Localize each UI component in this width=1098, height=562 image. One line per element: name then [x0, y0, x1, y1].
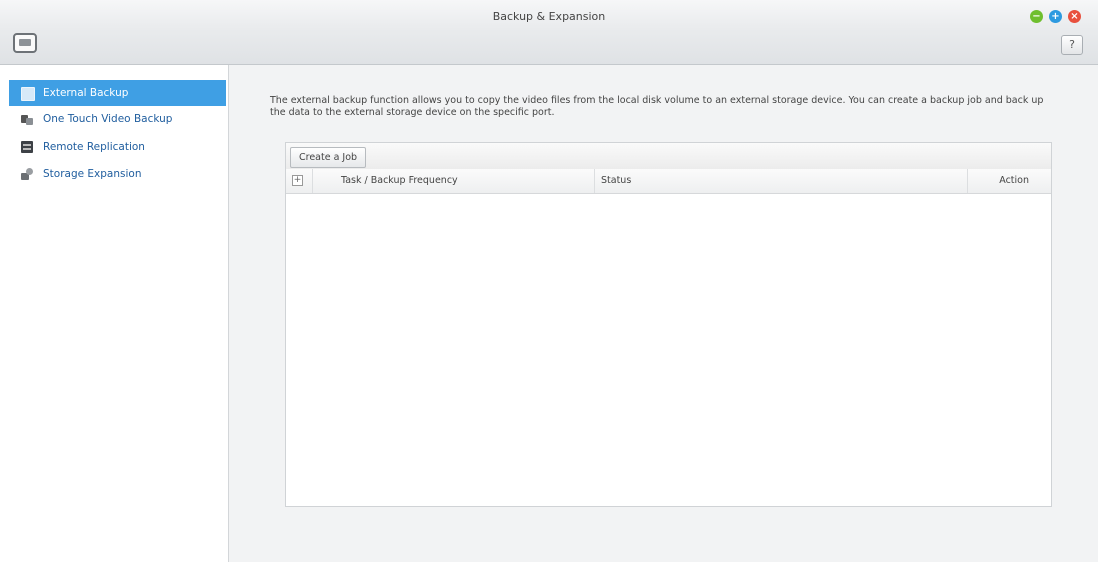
storage-expansion-icon — [21, 168, 33, 180]
sidebar-item-storage-expansion[interactable]: Storage Expansion — [9, 161, 226, 187]
job-table-body — [286, 194, 1051, 506]
maximize-button[interactable]: + — [1049, 10, 1062, 23]
sidebar-item-label: Storage Expansion — [43, 168, 142, 180]
app-window-icon — [13, 33, 37, 53]
table-header: + Task / Backup Frequency Status Action — [286, 169, 1051, 194]
column-header-action[interactable]: Action — [968, 169, 1051, 193]
sidebar-item-one-touch-video-backup[interactable]: One Touch Video Backup — [9, 106, 226, 132]
job-panel: Create a Job + Task / Backup Frequency S… — [285, 142, 1052, 507]
sidebar-item-label: External Backup — [43, 87, 129, 99]
sidebar-item-label: Remote Replication — [43, 141, 145, 153]
title-bar: Backup & Expansion − + × ? — [0, 0, 1098, 65]
panel-toolbar: Create a Job — [286, 143, 1051, 170]
usb-backup-icon — [21, 113, 33, 125]
minimize-button[interactable]: − — [1030, 10, 1043, 23]
sidebar-item-remote-replication[interactable]: Remote Replication — [9, 134, 226, 160]
column-header-status[interactable]: Status — [595, 169, 968, 193]
sidebar-item-label: One Touch Video Backup — [43, 113, 173, 125]
sidebar-item-external-backup[interactable]: External Backup — [9, 80, 226, 106]
description-text: The external backup function allows you … — [270, 95, 1044, 118]
column-header-task[interactable]: Task / Backup Frequency — [313, 169, 595, 193]
help-button[interactable]: ? — [1061, 35, 1083, 55]
server-icon — [21, 141, 33, 153]
expand-all-column: + — [286, 169, 313, 193]
expand-all-icon[interactable]: + — [292, 175, 303, 186]
window-title: Backup & Expansion — [492, 10, 606, 23]
backup-expansion-window: Backup & Expansion − + × ? External Back… — [0, 0, 1098, 562]
external-backup-icon — [21, 87, 35, 101]
close-button[interactable]: × — [1068, 10, 1081, 23]
create-job-button[interactable]: Create a Job — [290, 147, 367, 168]
